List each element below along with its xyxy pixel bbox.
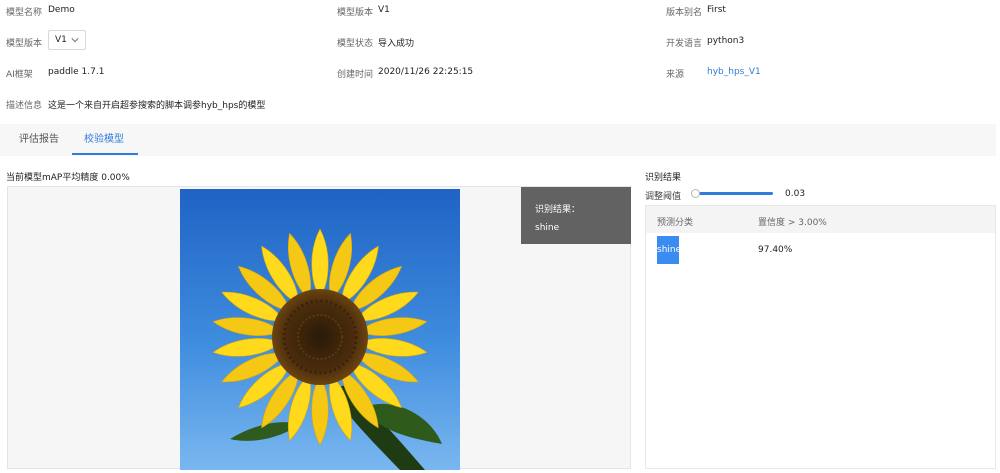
col-class-header: 预测分类 bbox=[657, 218, 694, 228]
tab-bar: 评估报告 校验模型 bbox=[0, 124, 996, 156]
model-version-select[interactable]: V1 bbox=[48, 30, 86, 50]
col-confidence-header: 置信度 > 3.00% bbox=[758, 218, 827, 228]
tab-evaluation-report[interactable]: 评估报告 bbox=[19, 124, 59, 156]
ai-framework-label: AI框架 bbox=[6, 70, 33, 80]
ai-framework-value: paddle 1.7.1 bbox=[48, 67, 105, 77]
overlay-title: 识别结果： bbox=[535, 205, 581, 215]
overlay-value: shine bbox=[535, 223, 560, 233]
model-status-value: 导入成功 bbox=[378, 39, 415, 49]
results-table-header: 预测分类 置信度 > 3.00% bbox=[646, 206, 995, 233]
result-class-cell: shine bbox=[657, 236, 681, 264]
version-alias-label: 版本别名 bbox=[666, 8, 703, 18]
model-version-label: 模型版本 bbox=[337, 8, 374, 18]
model-version-value: V1 bbox=[378, 5, 390, 15]
created-time-label: 创建时间 bbox=[337, 70, 374, 80]
image-viewer: 识别结果： shine bbox=[7, 186, 631, 470]
threshold-slider-track[interactable] bbox=[693, 192, 773, 195]
results-title: 识别结果 bbox=[645, 173, 682, 183]
dev-language-label: 开发语言 bbox=[666, 39, 703, 49]
model-name-value: Demo bbox=[48, 5, 75, 15]
model-version-select-value: V1 bbox=[55, 35, 67, 45]
result-confidence-cell: 97.40% bbox=[758, 245, 793, 255]
recognition-overlay: 识别结果： shine bbox=[521, 187, 631, 244]
model-version-select-label: 模型版本 bbox=[6, 39, 43, 49]
active-tab-indicator bbox=[72, 153, 138, 155]
dev-language-value: python3 bbox=[707, 36, 745, 46]
accuracy-text: 当前模型mAP平均精度 0.00% bbox=[6, 173, 130, 183]
threshold-label: 调整阈值 bbox=[645, 192, 682, 202]
tab-validate-model[interactable]: 校验模型 bbox=[84, 124, 124, 156]
model-status-label: 模型状态 bbox=[337, 39, 374, 49]
chevron-down-icon bbox=[71, 38, 79, 43]
model-name-label: 模型名称 bbox=[6, 8, 43, 18]
threshold-value: 0.03 bbox=[785, 189, 806, 199]
description-value: 这是一个来自开启超参搜索的脚本调参hyb_hps的模型 bbox=[48, 101, 266, 111]
results-table: 预测分类 置信度 > 3.00% shine 97.40% bbox=[645, 205, 996, 469]
threshold-slider-handle[interactable] bbox=[691, 189, 701, 198]
version-alias-value: First bbox=[707, 5, 726, 15]
source-link[interactable]: hyb_hps_V1 bbox=[707, 67, 761, 77]
created-time-value: 2020/11/26 22:25:15 bbox=[378, 67, 474, 77]
source-label: 来源 bbox=[666, 70, 685, 80]
sunflower-image bbox=[180, 189, 460, 470]
description-label: 描述信息 bbox=[6, 101, 43, 111]
